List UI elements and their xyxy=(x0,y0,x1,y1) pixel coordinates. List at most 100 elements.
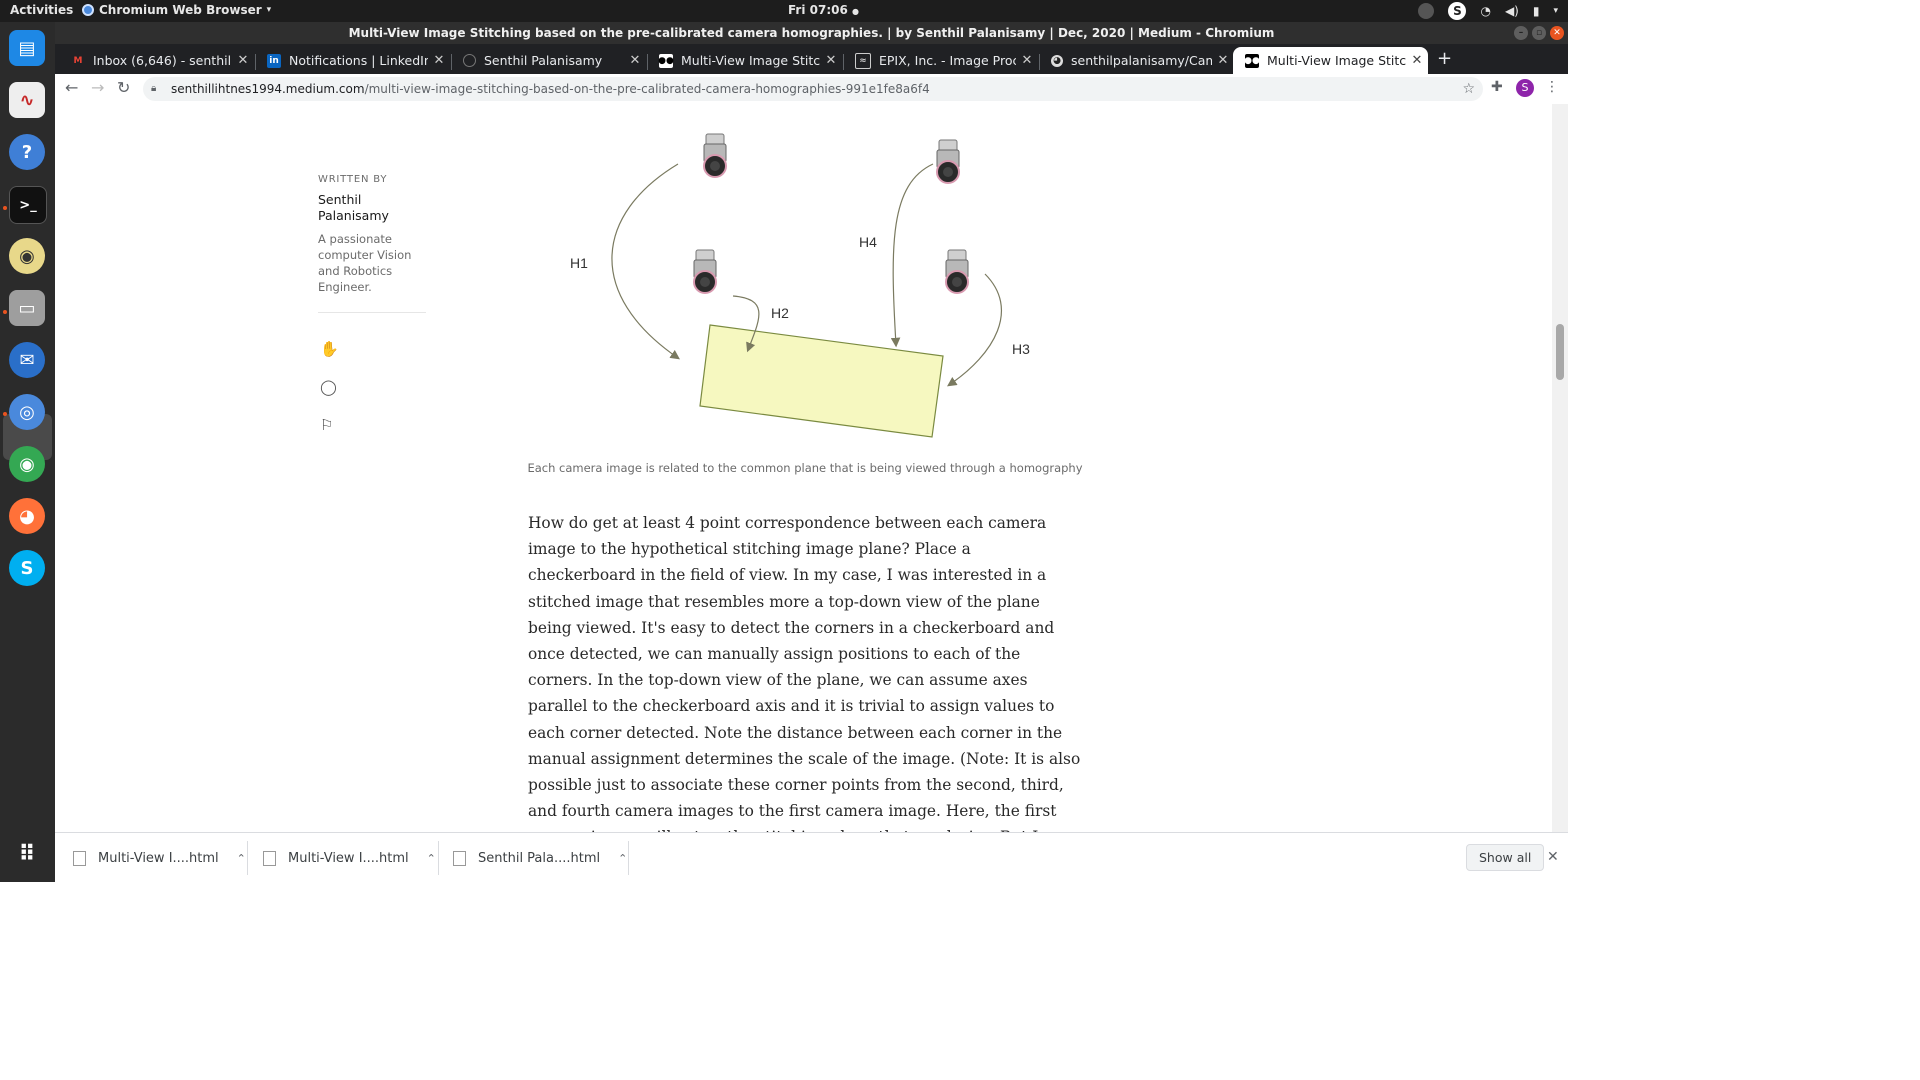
tab-senthil-palanisamy[interactable]: Senthil Palanisamy ✕ xyxy=(451,47,646,74)
label-h3: H3 xyxy=(1012,341,1030,357)
show-all-downloads-button[interactable]: Show all xyxy=(1466,844,1545,871)
volume-icon[interactable]: ◀) xyxy=(1505,4,1519,18)
bookmark-star-icon[interactable]: ☆ xyxy=(1462,77,1475,101)
network-globe-icon[interactable] xyxy=(1418,3,1435,19)
download-item[interactable]: Multi-View I....html ⌃ xyxy=(73,833,246,883)
bookmark-icon[interactable]: ⚐ xyxy=(320,416,333,434)
close-tab-icon[interactable]: ✕ xyxy=(1212,53,1234,68)
label-h2: H2 xyxy=(771,305,789,321)
chevron-up-icon[interactable]: ⌃ xyxy=(618,852,627,865)
close-tab-icon[interactable]: ✕ xyxy=(232,53,254,68)
chromium-icon xyxy=(82,4,94,16)
dock: ▤ ∿ ? >_ ◉ ▭ ✉ ◎ ◉ ◕ S ⠿ xyxy=(0,22,55,882)
url-domain: senthillihtnes1994.medium.com xyxy=(171,82,365,96)
skype-tray-icon[interactable]: S xyxy=(1448,2,1467,20)
comment-icon[interactable]: ◯ xyxy=(320,378,337,396)
address-bar[interactable]: 🔒︎ senthillihtnes1994.medium.com/multi-v… xyxy=(143,77,1483,101)
close-tab-icon[interactable]: ✕ xyxy=(1016,53,1038,68)
page-content: WRITTEN BY Senthil Palanisamy A passiona… xyxy=(55,104,1552,832)
tab-github[interactable]: ◕ senthilpalanisamy/Camer ✕ xyxy=(1039,47,1234,74)
window-title-bar[interactable]: Multi-View Image Stitching based on the … xyxy=(55,22,1568,44)
reload-icon[interactable]: ↻ xyxy=(117,78,130,97)
download-item[interactable]: Senthil Pala....html ⌃ xyxy=(453,833,627,883)
label-h4: H4 xyxy=(859,234,877,250)
tab-title: Senthil Palanisamy xyxy=(484,53,603,68)
camera-2-icon xyxy=(693,249,717,294)
close-tab-icon[interactable]: ✕ xyxy=(820,53,842,68)
clap-icon[interactable]: ✋ xyxy=(320,340,339,358)
tab-title: Notifications | LinkedIn xyxy=(289,53,428,68)
activities-button[interactable]: Activities xyxy=(10,3,73,17)
files-icon[interactable]: ▭ xyxy=(9,290,45,326)
system-tray[interactable]: S ◔ ◀) ▮ ▾ xyxy=(1418,2,1558,20)
more-menu-icon[interactable]: ⋮ xyxy=(1545,79,1559,95)
new-tab-button[interactable]: + xyxy=(1437,48,1452,69)
downloads-bar: Multi-View I....html ⌃ Multi-View I....h… xyxy=(55,832,1568,883)
chrome-icon[interactable]: ◉ xyxy=(9,446,45,482)
author-name[interactable]: Senthil Palanisamy xyxy=(318,192,408,224)
thunderbird-icon[interactable]: ✉ xyxy=(9,342,45,378)
download-item[interactable]: Multi-View I....html ⌃ xyxy=(263,833,436,883)
download-filename: Multi-View I....html xyxy=(98,850,219,866)
medium-icon: ●● xyxy=(1244,53,1260,68)
forward-icon[interactable]: → xyxy=(91,78,104,97)
battery-icon[interactable]: ▮ xyxy=(1533,4,1540,18)
common-plane xyxy=(699,324,944,438)
minimize-button[interactable]: – xyxy=(1514,26,1528,40)
libreoffice-writer-icon[interactable]: ▤ xyxy=(9,30,45,66)
file-icon xyxy=(73,850,86,866)
close-tab-icon[interactable]: ✕ xyxy=(428,53,450,68)
download-separator xyxy=(438,841,439,875)
author-bio: A passionate computer Vision and Robotic… xyxy=(318,232,412,294)
help-icon[interactable]: ? xyxy=(9,134,45,170)
medium-icon: ●● xyxy=(658,53,674,68)
extensions-puzzle-icon[interactable]: ✚ xyxy=(1491,79,1503,95)
app-red-icon[interactable]: ∿ xyxy=(9,82,45,118)
tab-medium-article[interactable]: ●● Multi-View Image Stitchin ✕ xyxy=(647,47,842,74)
camera-1-icon xyxy=(703,133,727,178)
tab-strip: M Inbox (6,646) - senthilpala ✕ in Notif… xyxy=(55,44,1568,74)
running-indicator xyxy=(3,206,7,210)
page-scrollbar[interactable] xyxy=(1552,104,1568,832)
author-sidebar: WRITTEN BY Senthil Palanisamy A passiona… xyxy=(318,174,438,295)
show-applications-icon[interactable]: ⠿ xyxy=(9,836,45,872)
url-text: senthillihtnes1994.medium.com/multi-view… xyxy=(171,77,930,101)
camera-3-icon xyxy=(945,249,969,294)
close-downloads-bar-icon[interactable]: ✕ xyxy=(1547,849,1559,865)
skype-icon[interactable]: S xyxy=(9,550,45,586)
close-window-button[interactable]: ✕ xyxy=(1550,26,1564,40)
tab-linkedin[interactable]: in Notifications | LinkedIn ✕ xyxy=(255,47,450,74)
maximize-button[interactable]: ▫ xyxy=(1532,26,1546,40)
chromium-icon[interactable]: ◎ xyxy=(9,394,45,430)
chevron-up-icon[interactable]: ⌃ xyxy=(237,852,246,865)
system-top-bar: Activities Chromium Web Browser ▾ Fri 07… xyxy=(0,0,1568,22)
lock-icon[interactable]: 🔒︎ xyxy=(151,77,156,101)
arrow-h4 xyxy=(890,163,934,348)
tab-medium-article-active[interactable]: ●● Multi-View Image Stitchin ✕ xyxy=(1233,47,1428,74)
github-icon: ◕ xyxy=(1051,54,1063,67)
wifi-icon[interactable]: ◔ xyxy=(1480,4,1490,18)
profile-avatar[interactable]: S xyxy=(1516,79,1534,97)
file-icon xyxy=(453,850,466,866)
chevron-up-icon[interactable]: ⌃ xyxy=(427,852,436,865)
file-icon xyxy=(263,850,276,866)
back-icon[interactable]: ← xyxy=(65,78,78,97)
homography-figure: H1 H2 H4 H3 xyxy=(570,133,1030,438)
download-separator xyxy=(628,841,629,875)
notification-dot-icon: ● xyxy=(852,7,860,16)
close-tab-icon[interactable]: ✕ xyxy=(624,53,646,68)
download-separator xyxy=(247,841,248,875)
terminal-icon[interactable]: >_ xyxy=(9,186,47,224)
download-filename: Senthil Pala....html xyxy=(478,850,601,866)
clock[interactable]: Fri 07:06 ● xyxy=(788,3,859,17)
close-tab-icon[interactable]: ✕ xyxy=(1406,53,1428,68)
power-menu-icon[interactable]: ▾ xyxy=(1553,6,1558,16)
app-menu[interactable]: Chromium Web Browser ▾ xyxy=(82,3,271,17)
tab-gmail[interactable]: M Inbox (6,646) - senthilpala ✕ xyxy=(59,47,254,74)
firefox-icon[interactable]: ◕ xyxy=(9,498,45,534)
running-indicator xyxy=(3,310,7,314)
scrollbar-thumb[interactable] xyxy=(1556,324,1564,380)
rhythmbox-icon[interactable]: ◉ xyxy=(9,238,45,274)
tab-epix[interactable]: ≈ EPIX, Inc. - Image Processi ✕ xyxy=(843,47,1038,74)
figure-caption: Each camera image is related to the comm… xyxy=(527,461,1083,475)
